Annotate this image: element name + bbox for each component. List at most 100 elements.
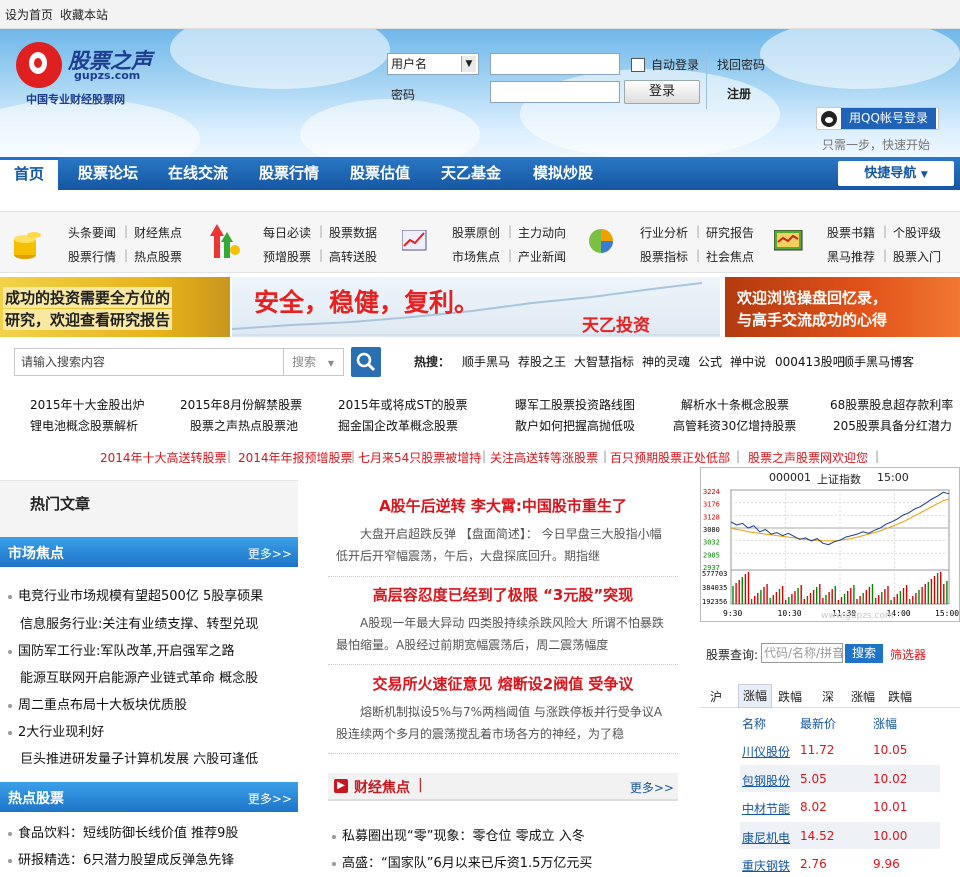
quick-nav-button[interactable]: 快捷导航 ▼ (838, 161, 954, 186)
screener-link[interactable]: 筛选器 (890, 646, 926, 663)
hot-search-item[interactable]: 禅中说 (730, 353, 766, 370)
tab-shenzhen[interactable]: 深 (822, 688, 834, 705)
forgot-password-link[interactable]: 找回密码 (717, 56, 765, 73)
banner-memoir[interactable]: 欢迎浏览操盘回忆录， 与高手交流成功的心得 (725, 277, 960, 337)
login-button[interactable]: 登录 (624, 80, 700, 104)
table-row[interactable]: 康尼机电 14.52 10.00 (740, 821, 940, 849)
ql-daily-must-read[interactable]: 每日必读 (263, 224, 311, 241)
ql-stock-books[interactable]: 股票书籍 (827, 224, 875, 241)
list-item[interactable]: 国防军工行业:军队改革,开启强军之路 (8, 640, 235, 659)
promo-link[interactable]: 百只预期股票正处低部 (610, 449, 730, 466)
search-type-select[interactable]: 搜索 ▼ (284, 348, 344, 376)
tab-shanghai[interactable]: 沪 (710, 688, 722, 705)
topic-link[interactable]: 68股票股息超存款利率 (830, 396, 953, 413)
ql-stock-beginner[interactable]: 股票入门 (893, 248, 941, 265)
stock-name-cell[interactable]: 重庆钢铁 (742, 857, 790, 874)
promo-link[interactable]: 关注高送转等涨股票 (490, 449, 598, 466)
promo-link[interactable]: 2014年十大高送转股票 (100, 449, 227, 466)
auto-login-checkbox[interactable] (631, 58, 645, 72)
bookmark-link[interactable]: 收藏本站 (60, 6, 108, 23)
nav-stock-forum[interactable]: 股票论坛 (78, 157, 138, 190)
promo-link[interactable]: 股票之声股票网欢迎您 (748, 449, 868, 466)
news-headline[interactable]: 高层容忍度已经到了极限 “3元股”突现 (328, 584, 678, 605)
hot-search-item[interactable]: 神的灵魂 (642, 353, 690, 370)
ql-market-focus[interactable]: 市场焦点 (452, 248, 500, 265)
list-item[interactable]: 能源互联网开启能源产业链式革命 概念股 (20, 667, 258, 686)
topic-link[interactable]: 掘金国企改革概念股票 (338, 417, 458, 434)
table-row[interactable]: 包钢股份 5.05 10.02 (740, 764, 940, 792)
tab-sz-losers[interactable]: 跌幅 (888, 688, 912, 705)
list-item[interactable]: 研报精选：6只潜力股望成反弹急先锋 (8, 849, 234, 868)
hot-search-item[interactable]: 顺手黑马 (462, 353, 510, 370)
hot-search-item[interactable]: 000413股吧 (775, 353, 845, 370)
topic-link[interactable]: 股票之声热点股票池 (190, 417, 298, 434)
topic-link[interactable]: 锂电池概念股票解析 (30, 417, 138, 434)
stock-query-input[interactable]: 代码/名称/拼音 (761, 643, 843, 663)
ql-research-report[interactable]: 研究报告 (706, 224, 754, 241)
ql-hot-stocks[interactable]: 热点股票 (134, 248, 182, 265)
topic-link[interactable]: 2015年十大金股出炉 (30, 396, 145, 413)
hot-search-item[interactable]: 荐股之王 (518, 353, 566, 370)
table-row[interactable]: 川仪股份 11.72 10.05 (740, 736, 940, 763)
topic-link[interactable]: 散户如何把握高抛低吸 (515, 417, 635, 434)
stock-name-cell[interactable]: 康尼机电 (742, 829, 790, 846)
ql-stock-rating[interactable]: 个股评级 (893, 224, 941, 241)
topic-link[interactable]: 2015年8月份解禁股票 (180, 396, 302, 413)
ql-industry-analysis[interactable]: 行业分析 (640, 224, 688, 241)
qq-login-button[interactable]: 用QQ帐号登录 (816, 107, 939, 130)
ql-headlines[interactable]: 头条要闻 (68, 224, 116, 241)
tab-sh-losers[interactable]: 跌幅 (778, 688, 802, 705)
promo-link[interactable]: 七月来54只股票被增持 (358, 449, 481, 466)
topic-link[interactable]: 解析水十条概念股票 (681, 396, 789, 413)
topic-link[interactable]: 205股票具备分红潜力 (833, 417, 952, 434)
market-focus-more-link[interactable]: 更多>> (248, 545, 292, 562)
list-item[interactable]: 信息服务行业:关注有业绩支撑、转型兑现 (20, 613, 258, 632)
login-type-select[interactable]: 用户名 ▼ (387, 53, 479, 75)
list-item[interactable]: 私募圈出现“零”现象：零仓位 零成立 入冬 (332, 825, 585, 844)
ql-social-focus[interactable]: 社会焦点 (706, 248, 754, 265)
ql-profit-forecast[interactable]: 预增股票 (263, 248, 311, 265)
table-row[interactable]: 中材节能 8.02 10.01 (740, 793, 940, 820)
list-item[interactable]: 食品饮料：短线防御长线价值 推荐9股 (8, 822, 238, 841)
password-input[interactable] (490, 81, 620, 103)
stock-name-cell[interactable]: 包钢股份 (742, 772, 790, 789)
finance-focus-more-link[interactable]: 更多>> (630, 779, 674, 796)
list-item[interactable]: 电竞行业市场规模有望超500亿 5股享硕果 (8, 585, 263, 604)
stock-query-button[interactable]: 搜索 (845, 644, 883, 663)
search-input[interactable]: 请输入搜索内容 (14, 348, 284, 376)
promo-link[interactable]: 2014年年报预增股票 (238, 449, 353, 466)
ql-original[interactable]: 股票原创 (452, 224, 500, 241)
news-headline[interactable]: A股午后逆转 李大霄:中国股市重生了 (328, 495, 678, 516)
ql-stock-quotes[interactable]: 股票行情 (68, 248, 116, 265)
register-link[interactable]: 注册 (727, 85, 751, 102)
set-homepage-link[interactable]: 设为首页 (5, 6, 53, 23)
hot-stocks-more-link[interactable]: 更多>> (248, 790, 292, 807)
topic-link[interactable]: 高管耗资30亿增持股票 (673, 417, 796, 434)
hot-search-item[interactable]: 顺手黑马博客 (842, 353, 914, 370)
hot-search-item[interactable]: 公式 (698, 353, 722, 370)
tab-sh-gainers[interactable]: 涨幅 (738, 684, 772, 708)
nav-stock-valuation[interactable]: 股票估值 (350, 157, 410, 190)
list-item[interactable]: 高盛：“国家队”6月以来已斥资1.5万亿元买 (332, 852, 592, 871)
index-chart[interactable]: 000001 上证指数 15:00 3224 3176 3128 3080 3032 29… (700, 467, 960, 622)
username-input[interactable] (490, 53, 620, 75)
tab-sz-gainers[interactable]: 涨幅 (851, 688, 875, 705)
nav-tianyi-fund[interactable]: 天乙基金 (441, 157, 501, 190)
ql-finance-focus[interactable]: 财经焦点 (134, 224, 182, 241)
hot-search-item[interactable]: 大智慧指标 (574, 353, 634, 370)
list-item[interactable]: 巨头推进研发量子计算机发展 六股可逢低 (20, 748, 258, 767)
list-item[interactable]: 周二重点布局十大板块优质股 (8, 694, 187, 713)
stock-name-cell[interactable]: 川仪股份 (742, 743, 790, 760)
nav-simulated-trading[interactable]: 模拟炒股 (533, 157, 593, 190)
news-headline[interactable]: 交易所火速征意见 熔断设2阀值 受争议 (328, 673, 678, 694)
ql-dark-horse[interactable]: 黑马推荐 (827, 248, 875, 265)
nav-stock-quotes[interactable]: 股票行情 (259, 157, 319, 190)
ql-high-transfer[interactable]: 高转送股 (329, 248, 377, 265)
nav-home[interactable]: 首页 (0, 157, 58, 190)
nav-online-chat[interactable]: 在线交流 (168, 157, 228, 190)
ql-main-force[interactable]: 主力动向 (518, 224, 566, 241)
banner-research[interactable]: 成功的投资需要全方位的 研究，欢迎查看研究报告 (0, 277, 230, 337)
topic-link[interactable]: 曝军工股票投资路线图 (515, 396, 635, 413)
logo-icon[interactable] (16, 42, 62, 88)
ql-stock-indicators[interactable]: 股票指标 (640, 248, 688, 265)
